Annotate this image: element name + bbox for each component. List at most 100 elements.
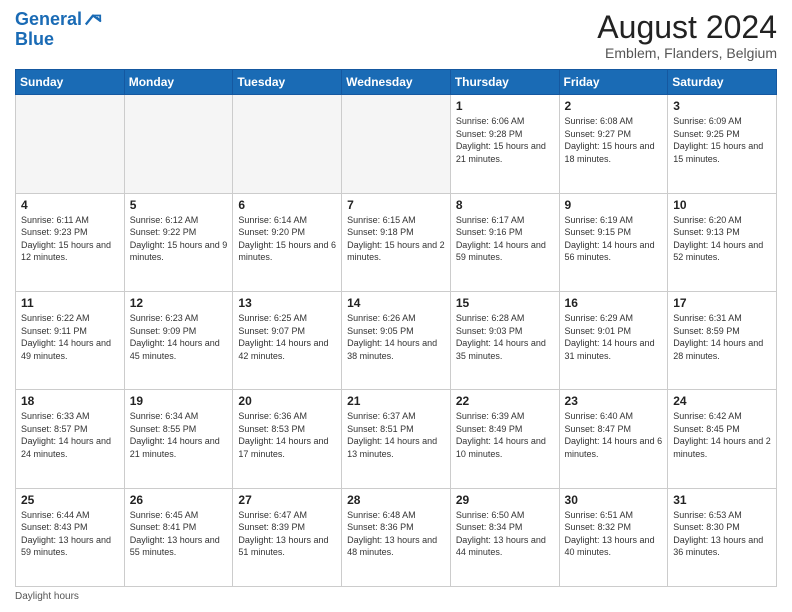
day-number: 27 <box>238 493 336 507</box>
calendar-cell-5: 5 Sunrise: 6:12 AMSunset: 9:22 PMDaylight… <box>124 193 233 291</box>
day-number: 30 <box>565 493 663 507</box>
day-info: Sunrise: 6:14 AMSunset: 9:20 PMDaylight:… <box>238 214 336 264</box>
day-number: 19 <box>130 394 228 408</box>
week-row-3: 11 Sunrise: 6:22 AMSunset: 9:11 PMDayligh… <box>16 291 777 389</box>
main-title: August 2024 <box>597 10 777 45</box>
day-info: Sunrise: 6:45 AMSunset: 8:41 PMDaylight:… <box>130 509 228 559</box>
logo-blue: Blue <box>15 30 102 50</box>
logo-icon <box>84 13 102 27</box>
calendar-cell-8: 8Sunrise: 6:17 AMSunset: 9:16 PMDaylight… <box>450 193 559 291</box>
day-number: 15 <box>456 296 554 310</box>
day-info: Sunrise: 6:15 AMSunset: 9:18 PMDaylight:… <box>347 214 445 264</box>
day-number: 14 <box>347 296 445 310</box>
calendar-cell-1: 1 Sunrise: 6:06 AMSunset: 9:28 PMDaylight… <box>450 95 559 193</box>
calendar-cell-13: 13 Sunrise: 6:25 AMSunset: 9:07 PMDayligh… <box>233 291 342 389</box>
day-info: Sunrise: 6:29 AMSunset: 9:01 PMDaylight:… <box>565 312 663 362</box>
calendar-cell-2: 2Sunrise: 6:08 AMSunset: 9:27 PMDaylight… <box>559 95 668 193</box>
header: General Blue August 2024 Emblem, Flander… <box>15 10 777 61</box>
day-info: Sunrise: 6:12 AMSunset: 9:22 PMDaylight:… <box>130 214 228 264</box>
week-row-5: 25Sunrise: 6:44 AMSunset: 8:43 PMDayligh… <box>16 488 777 586</box>
day-number: 2 <box>565 99 663 113</box>
day-number: 22 <box>456 394 554 408</box>
day-info: Sunrise: 6:39 AMSunset: 8:49 PMDaylight:… <box>456 410 554 460</box>
day-number: 29 <box>456 493 554 507</box>
day-number: 7 <box>347 198 445 212</box>
calendar-cell-17: 17 Sunrise: 6:31 AMSunset: 8:59 PMDayligh… <box>668 291 777 389</box>
day-info: Sunrise: 6:42 AMSunset: 8:45 PMDaylight:… <box>673 410 771 460</box>
day-info: Sunrise: 6:22 AMSunset: 9:11 PMDaylight:… <box>21 312 119 362</box>
calendar-cell-15: 15 Sunrise: 6:28 AMSunset: 9:03 PMDayligh… <box>450 291 559 389</box>
col-header-saturday: Saturday <box>668 70 777 95</box>
col-header-friday: Friday <box>559 70 668 95</box>
day-info: Sunrise: 6:23 AMSunset: 9:09 PMDaylight:… <box>130 312 228 362</box>
calendar-cell-7: 7 Sunrise: 6:15 AMSunset: 9:18 PMDaylight… <box>342 193 451 291</box>
calendar-cell-14: 14 Sunrise: 6:26 AMSunset: 9:05 PMDayligh… <box>342 291 451 389</box>
day-number: 20 <box>238 394 336 408</box>
week-row-1: 1 Sunrise: 6:06 AMSunset: 9:28 PMDaylight… <box>16 95 777 193</box>
day-number: 21 <box>347 394 445 408</box>
day-number: 26 <box>130 493 228 507</box>
day-number: 4 <box>21 198 119 212</box>
day-number: 18 <box>21 394 119 408</box>
calendar-cell-21: 21 Sunrise: 6:37 AMSunset: 8:51 PMDayligh… <box>342 390 451 488</box>
day-number: 13 <box>238 296 336 310</box>
calendar-cell-10: 10 Sunrise: 6:20 AMSunset: 9:13 PMDayligh… <box>668 193 777 291</box>
calendar-cell-9: 9 Sunrise: 6:19 AMSunset: 9:15 PMDaylight… <box>559 193 668 291</box>
logo-text: General <box>15 10 82 30</box>
day-number: 28 <box>347 493 445 507</box>
calendar-cell-3: 3Sunrise: 6:09 AMSunset: 9:25 PMDaylight… <box>668 95 777 193</box>
calendar-cell-12: 12Sunrise: 6:23 AMSunset: 9:09 PMDayligh… <box>124 291 233 389</box>
calendar-cell-empty-0-1 <box>124 95 233 193</box>
calendar-cell-empty-0-3 <box>342 95 451 193</box>
day-info: Sunrise: 6:19 AMSunset: 9:15 PMDaylight:… <box>565 214 663 264</box>
calendar-cell-18: 18 Sunrise: 6:33 AMSunset: 8:57 PMDayligh… <box>16 390 125 488</box>
calendar-cell-4: 4Sunrise: 6:11 AMSunset: 9:23 PMDaylight… <box>16 193 125 291</box>
day-info: Sunrise: 6:48 AMSunset: 8:36 PMDaylight:… <box>347 509 445 559</box>
day-number: 6 <box>238 198 336 212</box>
day-info: Sunrise: 6:40 AMSunset: 8:47 PMDaylight:… <box>565 410 663 460</box>
calendar-cell-empty-0-0 <box>16 95 125 193</box>
day-number: 31 <box>673 493 771 507</box>
day-info: Sunrise: 6:34 AMSunset: 8:55 PMDaylight:… <box>130 410 228 460</box>
day-info: Sunrise: 6:33 AMSunset: 8:57 PMDaylight:… <box>21 410 119 460</box>
day-number: 9 <box>565 198 663 212</box>
day-info: Sunrise: 6:53 AMSunset: 8:30 PMDaylight:… <box>673 509 771 559</box>
day-number: 1 <box>456 99 554 113</box>
calendar-cell-30: 30 Sunrise: 6:51 AMSunset: 8:32 PMDayligh… <box>559 488 668 586</box>
col-header-monday: Monday <box>124 70 233 95</box>
col-header-thursday: Thursday <box>450 70 559 95</box>
day-info: Sunrise: 6:20 AMSunset: 9:13 PMDaylight:… <box>673 214 771 264</box>
day-info: Sunrise: 6:06 AMSunset: 9:28 PMDaylight:… <box>456 115 554 165</box>
day-info: Sunrise: 6:26 AMSunset: 9:05 PMDaylight:… <box>347 312 445 362</box>
day-info: Sunrise: 6:37 AMSunset: 8:51 PMDaylight:… <box>347 410 445 460</box>
day-number: 10 <box>673 198 771 212</box>
subtitle: Emblem, Flanders, Belgium <box>597 45 777 61</box>
footer-note: Daylight hours <box>15 591 777 602</box>
day-info: Sunrise: 6:25 AMSunset: 9:07 PMDaylight:… <box>238 312 336 362</box>
calendar-cell-6: 6 Sunrise: 6:14 AMSunset: 9:20 PMDaylight… <box>233 193 342 291</box>
page: General Blue August 2024 Emblem, Flander… <box>0 0 792 612</box>
day-number: 8 <box>456 198 554 212</box>
day-info: Sunrise: 6:28 AMSunset: 9:03 PMDaylight:… <box>456 312 554 362</box>
day-info: Sunrise: 6:47 AMSunset: 8:39 PMDaylight:… <box>238 509 336 559</box>
week-row-4: 18 Sunrise: 6:33 AMSunset: 8:57 PMDayligh… <box>16 390 777 488</box>
logo: General Blue <box>15 10 102 50</box>
calendar-cell-22: 22 Sunrise: 6:39 AMSunset: 8:49 PMDayligh… <box>450 390 559 488</box>
day-number: 24 <box>673 394 771 408</box>
day-number: 5 <box>130 198 228 212</box>
day-info: Sunrise: 6:51 AMSunset: 8:32 PMDaylight:… <box>565 509 663 559</box>
day-number: 11 <box>21 296 119 310</box>
day-number: 17 <box>673 296 771 310</box>
day-number: 25 <box>21 493 119 507</box>
col-header-tuesday: Tuesday <box>233 70 342 95</box>
day-number: 23 <box>565 394 663 408</box>
day-info: Sunrise: 6:31 AMSunset: 8:59 PMDaylight:… <box>673 312 771 362</box>
calendar-cell-29: 29Sunrise: 6:50 AMSunset: 8:34 PMDayligh… <box>450 488 559 586</box>
calendar-cell-16: 16 Sunrise: 6:29 AMSunset: 9:01 PMDayligh… <box>559 291 668 389</box>
calendar-cell-27: 27 Sunrise: 6:47 AMSunset: 8:39 PMDayligh… <box>233 488 342 586</box>
calendar-cell-19: 19 Sunrise: 6:34 AMSunset: 8:55 PMDayligh… <box>124 390 233 488</box>
col-header-sunday: Sunday <box>16 70 125 95</box>
calendar-cell-empty-0-2 <box>233 95 342 193</box>
calendar-cell-25: 25Sunrise: 6:44 AMSunset: 8:43 PMDayligh… <box>16 488 125 586</box>
day-number: 16 <box>565 296 663 310</box>
